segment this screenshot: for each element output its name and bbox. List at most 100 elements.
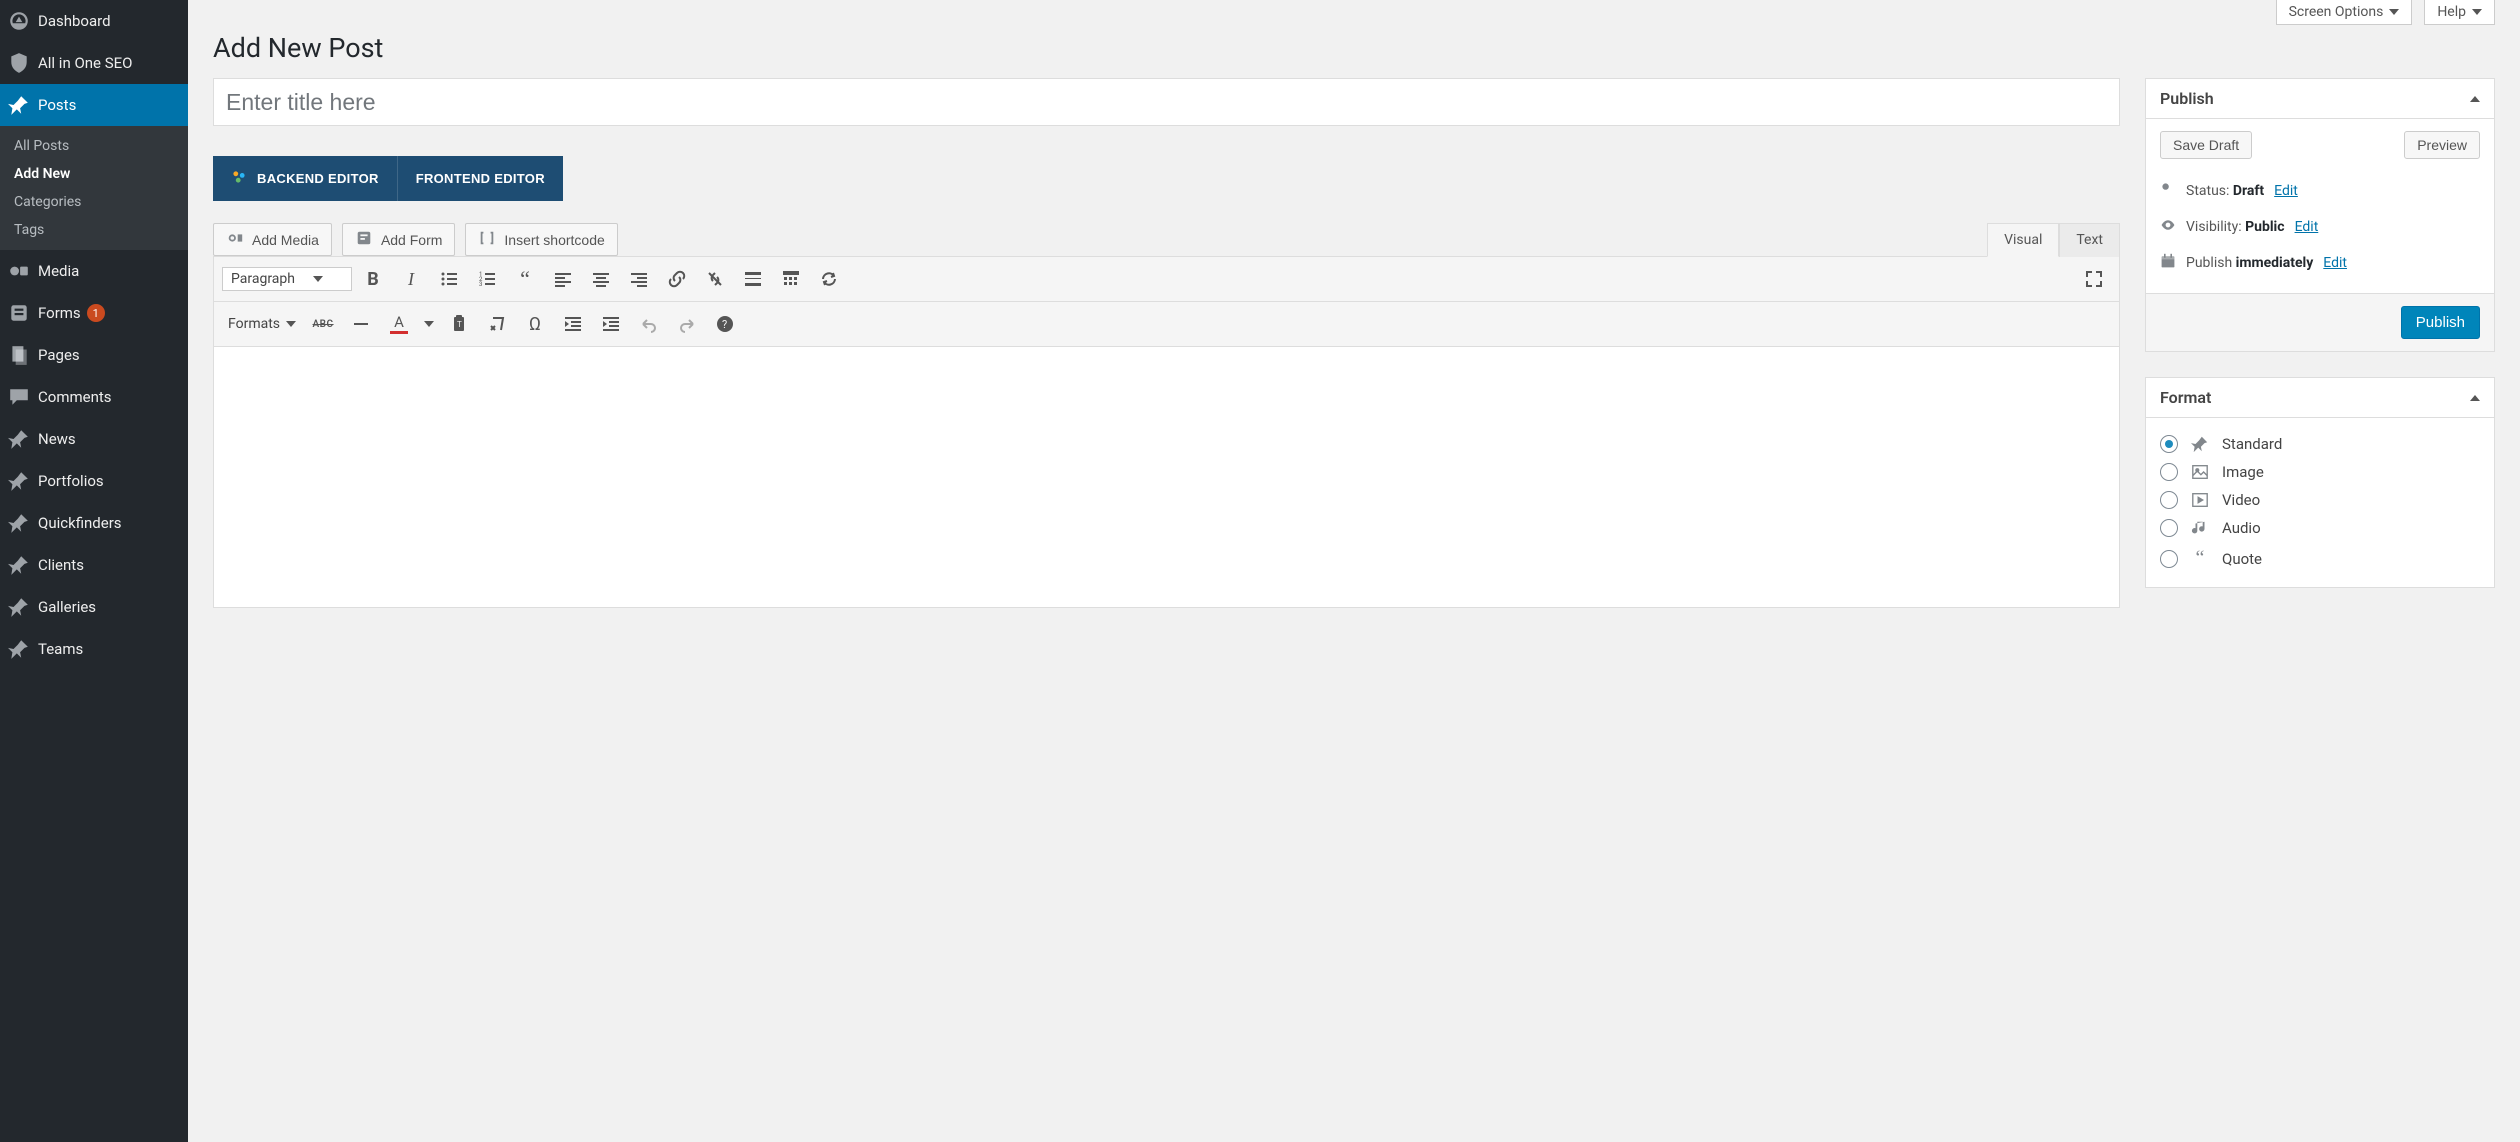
chevron-up-icon: [2470, 395, 2480, 401]
hr-button[interactable]: [344, 307, 378, 341]
bold-button[interactable]: B: [356, 262, 390, 296]
sidebar-item-pages[interactable]: Pages: [0, 334, 188, 376]
save-draft-button[interactable]: Save Draft: [2160, 131, 2252, 159]
form-icon: [355, 229, 373, 250]
edit-visibility-link[interactable]: Edit: [2295, 219, 2319, 235]
formats-dropdown[interactable]: Formats: [222, 313, 302, 335]
sidebar-submenu-posts: All Posts Add New Categories Tags: [0, 126, 188, 250]
edit-schedule-link[interactable]: Edit: [2323, 255, 2347, 271]
sidebar-item-label: Dashboard: [38, 12, 111, 30]
svg-text:?: ?: [722, 318, 727, 331]
publish-button[interactable]: Publish: [2401, 306, 2480, 339]
sidebar-item-media[interactable]: Media: [0, 250, 188, 292]
format-panel-toggle[interactable]: Format: [2146, 378, 2494, 418]
paste-text-button[interactable]: T: [442, 307, 476, 341]
video-icon: [2190, 491, 2210, 509]
refresh-button[interactable]: [812, 262, 846, 296]
strikethrough-button[interactable]: ABC: [306, 307, 340, 341]
text-color-dropdown[interactable]: [420, 307, 438, 341]
sidebar-sub-tags[interactable]: Tags: [0, 216, 188, 244]
composer-icon: [231, 169, 247, 188]
backend-editor-button[interactable]: BACKEND EDITOR: [213, 156, 397, 201]
format-option-video[interactable]: Video: [2160, 486, 2480, 514]
format-option-standard[interactable]: Standard: [2160, 430, 2480, 458]
sidebar-item-portfolios[interactable]: Portfolios: [0, 460, 188, 502]
blockquote-button[interactable]: “: [508, 262, 542, 296]
fullscreen-button[interactable]: [2077, 262, 2111, 296]
admin-sidebar: Dashboard All in One SEO Posts All Posts…: [0, 0, 188, 1142]
undo-button[interactable]: [632, 307, 666, 341]
comment-icon: [8, 386, 30, 408]
formats-label: Formats: [228, 316, 280, 332]
align-left-button[interactable]: [546, 262, 580, 296]
sidebar-item-forms[interactable]: Forms 1: [0, 292, 188, 334]
calendar-icon: [2160, 253, 2176, 273]
format-select[interactable]: Paragraph: [222, 267, 352, 291]
format-option-audio[interactable]: Audio: [2160, 514, 2480, 542]
sidebar-sub-all-posts[interactable]: All Posts: [0, 132, 188, 160]
eye-icon: [2160, 217, 2176, 237]
read-more-button[interactable]: [736, 262, 770, 296]
frontend-editor-button[interactable]: FRONTEND EDITOR: [397, 156, 563, 201]
redo-button[interactable]: [670, 307, 704, 341]
edit-status-link[interactable]: Edit: [2274, 183, 2298, 199]
screen-options-button[interactable]: Screen Options: [2276, 0, 2413, 25]
key-icon: [2160, 181, 2176, 201]
add-media-button[interactable]: Add Media: [213, 223, 332, 256]
sidebar-item-galleries[interactable]: Galleries: [0, 586, 188, 628]
insert-shortcode-button[interactable]: Insert shortcode: [465, 223, 617, 256]
text-color-button[interactable]: A: [382, 307, 416, 341]
format-option-quote[interactable]: “ Quote: [2160, 542, 2480, 575]
chevron-down-icon: [2389, 9, 2399, 15]
media-icon: [8, 260, 30, 282]
pages-icon: [8, 344, 30, 366]
tab-text[interactable]: Text: [2059, 223, 2120, 257]
sidebar-item-posts[interactable]: Posts: [0, 84, 188, 126]
format-select-label: Paragraph: [231, 271, 295, 287]
schedule-label: Publish: [2186, 255, 2232, 271]
editor-content-area[interactable]: [214, 347, 2119, 607]
toolbar-toggle-button[interactable]: [774, 262, 808, 296]
sidebar-item-label: Portfolios: [38, 472, 104, 490]
numbered-list-button[interactable]: 123: [470, 262, 504, 296]
sidebar-item-teams[interactable]: Teams: [0, 628, 188, 670]
sidebar-item-label: Forms: [38, 304, 81, 322]
publish-panel-toggle[interactable]: Publish: [2146, 79, 2494, 119]
shortcode-icon: [478, 229, 496, 250]
svg-text:3: 3: [479, 281, 482, 288]
bullet-list-button[interactable]: [432, 262, 466, 296]
indent-button[interactable]: [594, 307, 628, 341]
page-title: Add New Post: [213, 0, 2495, 78]
align-right-button[interactable]: [622, 262, 656, 296]
format-option-image[interactable]: Image: [2160, 458, 2480, 486]
pin-icon: [8, 638, 30, 660]
tab-visual[interactable]: Visual: [1987, 223, 2059, 257]
shield-icon: [8, 52, 30, 74]
sidebar-sub-add-new[interactable]: Add New: [0, 160, 188, 188]
sidebar-item-dashboard[interactable]: Dashboard: [0, 0, 188, 42]
pin-icon: [8, 94, 30, 116]
preview-button[interactable]: Preview: [2404, 131, 2480, 159]
sidebar-item-comments[interactable]: Comments: [0, 376, 188, 418]
radio-icon: [2160, 519, 2178, 537]
post-title-input[interactable]: [213, 78, 2120, 126]
clear-formatting-button[interactable]: [480, 307, 514, 341]
sidebar-sub-categories[interactable]: Categories: [0, 188, 188, 216]
help-icon-button[interactable]: ?: [708, 307, 742, 341]
sidebar-item-label: Quickfinders: [38, 514, 122, 532]
status-label: Status:: [2186, 183, 2229, 199]
sidebar-item-quickfinders[interactable]: Quickfinders: [0, 502, 188, 544]
add-form-button[interactable]: Add Form: [342, 223, 455, 256]
radio-icon: [2160, 491, 2178, 509]
unlink-button[interactable]: [698, 262, 732, 296]
sidebar-item-seo[interactable]: All in One SEO: [0, 42, 188, 84]
italic-button[interactable]: I: [394, 262, 428, 296]
special-char-button[interactable]: Ω: [518, 307, 552, 341]
outdent-button[interactable]: [556, 307, 590, 341]
sidebar-item-news[interactable]: News: [0, 418, 188, 460]
link-button[interactable]: [660, 262, 694, 296]
sidebar-item-clients[interactable]: Clients: [0, 544, 188, 586]
insert-shortcode-label: Insert shortcode: [504, 232, 604, 248]
align-center-button[interactable]: [584, 262, 618, 296]
help-button[interactable]: Help: [2424, 0, 2495, 25]
